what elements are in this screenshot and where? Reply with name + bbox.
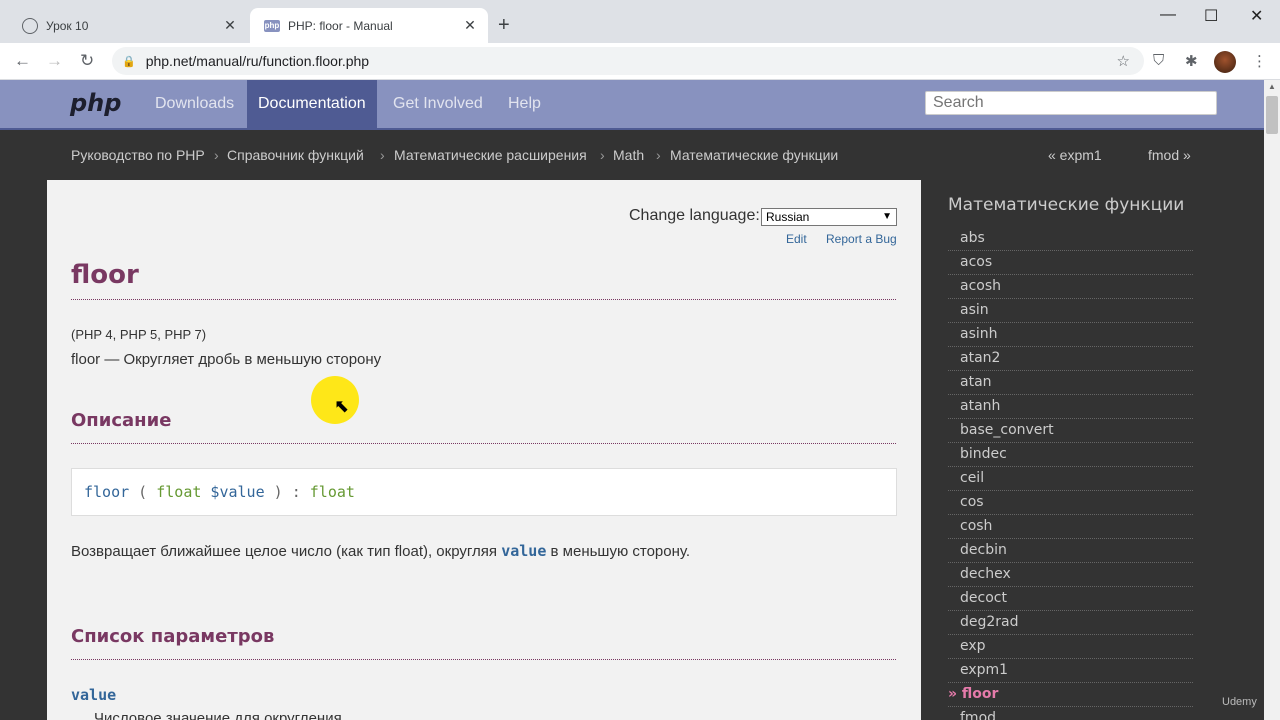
- tab-close-icon[interactable]: ✕: [462, 17, 478, 34]
- sidebar-function-list: abs acos acosh asin asinh atan2 atan atanh base_…: [948, 227, 1193, 720]
- nav-documentation[interactable]: Documentation: [247, 80, 377, 128]
- nav-help[interactable]: Help: [497, 80, 552, 128]
- tab-title: PHP: floor - Manual: [288, 18, 393, 33]
- profile-avatar[interactable]: [1214, 51, 1236, 73]
- php-logo[interactable]: php: [70, 89, 121, 117]
- parameters-heading: Список параметров: [71, 626, 275, 647]
- edit-link[interactable]: Edit: [786, 232, 807, 246]
- shield-extension-icon[interactable]: ⛉: [1153, 52, 1164, 69]
- sidebar-item[interactable]: exp: [948, 635, 1193, 659]
- text: Возвращает ближайшее целое число (как ти…: [71, 543, 502, 560]
- site-search-input[interactable]: [925, 91, 1217, 115]
- divider: [71, 659, 896, 660]
- reload-button[interactable]: ↻: [80, 51, 94, 71]
- divider: [71, 443, 896, 444]
- synopsis-return-type[interactable]: float: [310, 483, 355, 501]
- nav-downloads[interactable]: Downloads: [144, 80, 245, 128]
- lock-icon: 🔒: [122, 55, 136, 68]
- breadcrumb-item[interactable]: Математические расширения: [394, 147, 587, 163]
- scrollbar-thumb[interactable]: [1266, 96, 1278, 134]
- synopsis-function[interactable]: floor: [84, 483, 129, 501]
- sidebar-item[interactable]: cosh: [948, 515, 1193, 539]
- change-language-label: Change language:: [629, 207, 760, 224]
- breadcrumb-item[interactable]: Math: [613, 147, 644, 163]
- url-text: php.net/manual/ru/function.floor.php: [145, 53, 370, 69]
- sidebar-item[interactable]: asin: [948, 299, 1193, 323]
- forward-button[interactable]: →: [46, 51, 63, 71]
- breadcrumb-separator: ›: [214, 147, 219, 163]
- sidebar-item[interactable]: atan2: [948, 347, 1193, 371]
- sidebar-item[interactable]: base_convert: [948, 419, 1193, 443]
- menu-kebab-icon[interactable]: ⋮: [1252, 52, 1267, 70]
- breadcrumb-separator: ›: [600, 147, 605, 163]
- sidebar-item[interactable]: atanh: [948, 395, 1193, 419]
- close-window-button[interactable]: ✕: [1250, 6, 1263, 26]
- tab-lesson[interactable]: Урок 10 ✕: [8, 8, 248, 43]
- sidebar-item[interactable]: decbin: [948, 539, 1193, 563]
- breadcrumb-item[interactable]: Руководство по PHP: [71, 147, 205, 163]
- sidebar-item[interactable]: acosh: [948, 275, 1193, 299]
- description-heading: Описание: [71, 410, 172, 431]
- sidebar-item[interactable]: abs: [948, 227, 1193, 251]
- sidebar-item[interactable]: decoct: [948, 587, 1193, 611]
- breadcrumb-item[interactable]: Справочник функций: [227, 147, 364, 163]
- sidebar-item[interactable]: ceil: [948, 467, 1193, 491]
- extensions-puzzle-icon[interactable]: ✱: [1185, 52, 1198, 70]
- chevron-down-icon: ▼: [882, 211, 892, 222]
- sidebar-item[interactable]: atan: [948, 371, 1193, 395]
- report-bug-link[interactable]: Report a Bug: [826, 232, 897, 246]
- new-tab-button[interactable]: +: [498, 14, 510, 37]
- param-code: value: [501, 542, 547, 560]
- synopsis-param: $value: [201, 483, 265, 501]
- bookmark-star-icon[interactable]: ☆: [1117, 52, 1130, 70]
- php-favicon-icon: php: [264, 19, 280, 32]
- version-info: (PHP 4, PHP 5, PHP 7): [71, 327, 207, 342]
- sidebar-item[interactable]: deg2rad: [948, 611, 1193, 635]
- nav-get-involved[interactable]: Get Involved: [382, 80, 494, 128]
- browser-tab-bar: Урок 10 ✕ php PHP: floor - Manual ✕ + — …: [0, 0, 1280, 43]
- sidebar-item[interactable]: bindec: [948, 443, 1193, 467]
- language-select[interactable]: Russian ▼: [761, 208, 897, 226]
- synopsis-punct: ) :: [264, 483, 310, 501]
- maximize-button[interactable]: ☐: [1204, 6, 1218, 26]
- minimize-button[interactable]: —: [1160, 6, 1176, 24]
- page-title: floor: [71, 260, 139, 290]
- scrollbar[interactable]: [1264, 80, 1280, 720]
- breadcrumb-separator: ›: [380, 147, 385, 163]
- sidebar-item[interactable]: » floor: [948, 683, 1193, 707]
- url-bar[interactable]: 🔒 php.net/manual/ru/function.floor.php ☆: [112, 47, 1144, 75]
- text: в меньшую сторону.: [546, 543, 691, 560]
- php-header-nav: php Downloads Documentation Get Involved…: [0, 80, 1264, 130]
- scroll-up-icon[interactable]: ▲: [1268, 82, 1276, 91]
- synopsis-punct: (: [129, 483, 157, 501]
- refpurpose: floor — Округляет дробь в меньшую сторон…: [71, 351, 382, 368]
- divider: [71, 299, 896, 300]
- sidebar-item[interactable]: asinh: [948, 323, 1193, 347]
- tab-close-icon[interactable]: ✕: [222, 17, 238, 34]
- sidebar-item[interactable]: dechex: [948, 563, 1193, 587]
- globe-icon: [22, 17, 38, 34]
- param-description: Числовое значение для округления: [94, 710, 342, 720]
- sidebar-item[interactable]: cos: [948, 491, 1193, 515]
- next-page-link[interactable]: fmod »: [1148, 147, 1191, 163]
- watermark: Udemy: [1222, 696, 1257, 708]
- sidebar-title: Математические функции: [948, 195, 1185, 215]
- synopsis-param-type[interactable]: float: [156, 483, 201, 501]
- mouse-cursor-icon: ⬉: [334, 396, 350, 416]
- tab-title: Урок 10: [46, 18, 89, 33]
- prev-page-link[interactable]: « expm1: [1048, 147, 1102, 163]
- sidebar-item[interactable]: expm1: [948, 659, 1193, 683]
- tab-php-floor[interactable]: php PHP: floor - Manual ✕: [250, 8, 488, 43]
- breadcrumb: Руководство по PHP › Справочник функций …: [0, 130, 1264, 180]
- breadcrumb-item[interactable]: Математические функции: [670, 147, 838, 163]
- back-button[interactable]: ←: [14, 51, 31, 71]
- language-selected: Russian: [766, 210, 810, 224]
- return-description: Возвращает ближайшее целое число (как ти…: [71, 542, 690, 560]
- param-term: value: [71, 686, 117, 704]
- breadcrumb-separator: ›: [656, 147, 661, 163]
- sidebar-item[interactable]: fmod: [948, 707, 1193, 720]
- address-toolbar: ← → ↻ 🔒 php.net/manual/ru/function.floor…: [0, 43, 1280, 80]
- method-synopsis: floor ( float $value ) : float: [71, 468, 897, 516]
- sidebar-item[interactable]: acos: [948, 251, 1193, 275]
